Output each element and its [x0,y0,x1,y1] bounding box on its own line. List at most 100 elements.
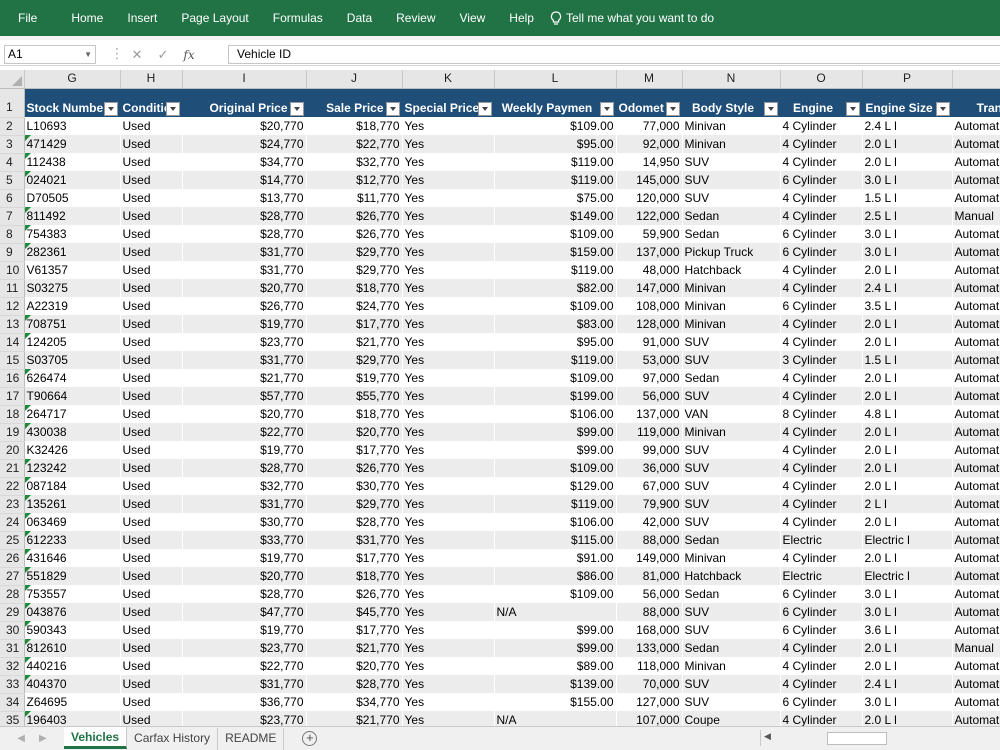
table-cell[interactable]: S03275 [24,279,120,297]
row-header[interactable]: 14 [0,333,25,352]
column-header-i[interactable]: I [182,70,307,89]
filter-dropdown-icon[interactable] [103,102,118,116]
table-cell[interactable]: 6 Cylinder [780,171,862,189]
table-cell[interactable]: Used [120,711,182,726]
table-cell[interactable]: SUV [682,693,780,711]
table-cell[interactable]: $22,770 [182,423,306,441]
table-cell[interactable]: $18,770 [306,567,402,585]
filter-dropdown-icon[interactable] [665,102,680,116]
table-cell[interactable]: $57,770 [182,387,306,405]
row-header[interactable]: 25 [0,531,25,550]
table-cell[interactable]: Electric l [862,567,952,585]
table-cell[interactable]: 107,000 [616,711,682,726]
row-header[interactable]: 29 [0,603,25,622]
table-cell[interactable]: 2.0 L l [862,135,952,153]
tell-me-search[interactable]: Tell me what you want to do [546,10,714,26]
table-cell[interactable]: $31,770 [182,675,306,693]
row-header[interactable]: 30 [0,621,25,640]
table-cell[interactable]: $19,770 [182,549,306,567]
table-cell[interactable]: 48,000 [616,261,682,279]
table-cell[interactable]: $23,770 [182,333,306,351]
table-cell[interactable]: 2.0 L l [862,711,952,726]
table-cell[interactable]: $18,770 [306,279,402,297]
table-cell[interactable]: 4 Cylinder [780,513,862,531]
row-header[interactable]: 18 [0,405,25,424]
row-header[interactable]: 22 [0,477,25,496]
ribbon-tab-file[interactable]: File [0,0,59,36]
table-cell[interactable]: Hatchback [682,261,780,279]
table-cell[interactable]: $99.00 [494,621,616,639]
table-cell[interactable]: 4.8 L l [862,405,952,423]
table-cell[interactable]: $17,770 [306,441,402,459]
table-cell[interactable]: 196403 [24,711,120,726]
table-cell[interactable]: $17,770 [306,315,402,333]
table-cell[interactable]: $28,770 [306,675,402,693]
table-cell[interactable]: Minivan [682,657,780,675]
column-header-n[interactable]: N [682,70,781,89]
table-cell[interactable]: 811492 [24,207,120,225]
row-header[interactable]: 11 [0,279,25,298]
table-cell[interactable]: 122,000 [616,207,682,225]
table-cell[interactable]: Automatic [952,711,1000,726]
table-cell[interactable]: Hatchback [682,567,780,585]
table-cell[interactable]: 024021 [24,171,120,189]
table-cell[interactable]: $24,770 [182,135,306,153]
table-cell[interactable]: Used [120,297,182,315]
table-cell[interactable]: Automatic [952,693,1000,711]
table-cell[interactable]: $82.00 [494,279,616,297]
table-cell[interactable]: Yes [402,171,494,189]
table-cell[interactable]: $86.00 [494,567,616,585]
row-header[interactable]: 6 [0,189,25,208]
table-cell[interactable]: 4 Cylinder [780,135,862,153]
table-cell[interactable]: Used [120,117,182,135]
table-cell[interactable]: $23,770 [182,711,306,726]
table-cell[interactable]: $29,770 [306,243,402,261]
table-cell[interactable]: Yes [402,333,494,351]
table-cell[interactable]: $95.00 [494,333,616,351]
table-cell[interactable]: 2.0 L l [862,261,952,279]
table-cell[interactable]: Yes [402,369,494,387]
table-cell[interactable]: 127,000 [616,693,682,711]
table-cell[interactable]: $109.00 [494,297,616,315]
table-cell[interactable]: Yes [402,135,494,153]
row-header[interactable]: 31 [0,639,25,658]
table-cell[interactable]: $21,770 [306,333,402,351]
table-cell[interactable]: $28,770 [182,585,306,603]
table-cell[interactable]: Used [120,315,182,333]
table-cell[interactable]: 119,000 [616,423,682,441]
table-cell[interactable]: $109.00 [494,369,616,387]
table-cell[interactable]: 149,000 [616,549,682,567]
table-cell[interactable]: Electric [780,531,862,549]
table-cell[interactable]: Automatic [952,171,1000,189]
table-cell[interactable]: 2.4 L l [862,117,952,135]
table-cell[interactable]: $129.00 [494,477,616,495]
table-cell[interactable]: 551829 [24,567,120,585]
column-header-g[interactable]: G [24,70,121,89]
table-cell[interactable]: $95.00 [494,135,616,153]
row-header[interactable]: 5 [0,171,25,190]
table-cell[interactable]: $47,770 [182,603,306,621]
table-cell[interactable]: 2.0 L l [862,315,952,333]
table-cell[interactable]: 6 Cylinder [780,603,862,621]
table-cell[interactable]: $119.00 [494,351,616,369]
table-cell[interactable]: 264717 [24,405,120,423]
table-cell[interactable]: Used [120,639,182,657]
filter-dropdown-icon[interactable] [763,102,778,116]
insert-function-icon[interactable]: fx [176,48,202,62]
table-cell[interactable]: SUV [682,621,780,639]
table-cell[interactable]: SUV [682,333,780,351]
ribbon-tab-formulas[interactable]: Formulas [261,0,335,36]
table-cell[interactable]: $31,770 [182,495,306,513]
table-cell[interactable]: 3.0 L l [862,171,952,189]
table-cell[interactable]: $20,770 [182,117,306,135]
table-cell[interactable]: 2.0 L l [862,477,952,495]
table-cell[interactable]: $12,770 [306,171,402,189]
table-cell[interactable]: 4 Cylinder [780,423,862,441]
row-header[interactable]: 33 [0,675,25,694]
table-cell[interactable]: 2.5 L l [862,207,952,225]
table-cell[interactable]: VAN [682,405,780,423]
table-cell[interactable]: 282361 [24,243,120,261]
table-header-cell[interactable]: Sale Price [306,88,403,117]
table-cell[interactable]: 2 L l [862,495,952,513]
table-cell[interactable]: 4 Cylinder [780,153,862,171]
